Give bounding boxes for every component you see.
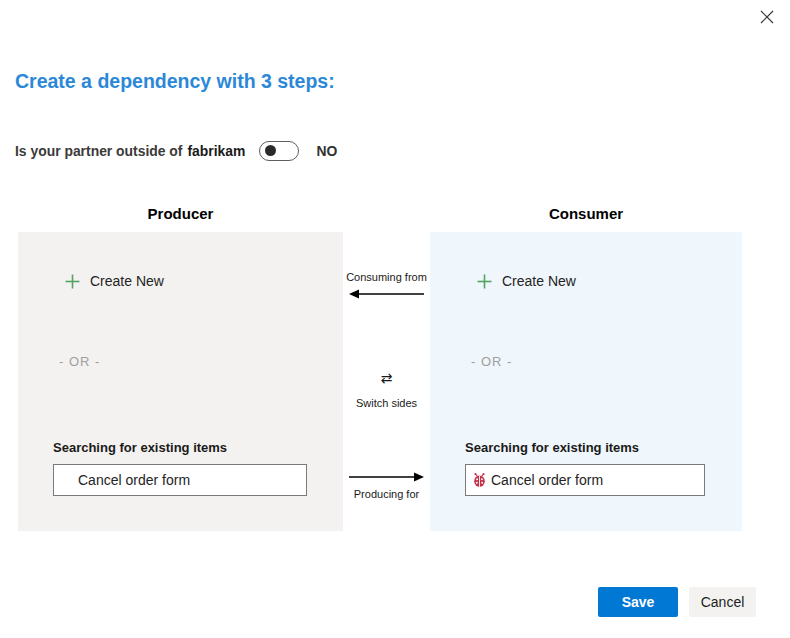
consumer-or-separator: - OR - xyxy=(471,354,512,369)
toggle-state-label: NO xyxy=(316,143,337,159)
producer-search-input[interactable] xyxy=(78,472,306,488)
close-icon[interactable] xyxy=(758,8,776,26)
producer-header: Producer xyxy=(18,205,343,222)
consumer-create-new-button[interactable]: Create New xyxy=(477,273,576,289)
producing-for-label: Producing for xyxy=(343,488,430,500)
save-button[interactable]: Save xyxy=(598,587,678,617)
producer-or-separator: - OR - xyxy=(59,354,100,369)
ladybug-icon xyxy=(473,473,486,487)
consumer-search-label: Searching for existing items xyxy=(465,440,639,455)
producer-search-label: Searching for existing items xyxy=(53,440,227,455)
partner-question-label: Is your partner outside of xyxy=(15,143,182,159)
producer-panel: Create New - OR - Searching for existing… xyxy=(18,232,343,531)
consumer-header: Consumer xyxy=(430,205,742,222)
cancel-button[interactable]: Cancel xyxy=(689,587,756,617)
switch-sides-label: Switch sides xyxy=(343,397,430,409)
consumer-search-input[interactable] xyxy=(491,472,704,488)
dialog-title: Create a dependency with 3 steps: xyxy=(15,70,335,93)
create-dependency-dialog: Create a dependency with 3 steps: Is you… xyxy=(0,0,790,638)
plus-icon xyxy=(477,274,492,289)
consumer-panel: Create New - OR - Searching for existing… xyxy=(430,232,742,531)
producing-for-arrow-icon xyxy=(349,472,424,482)
toggle-knob xyxy=(265,145,276,156)
consumer-search-box xyxy=(465,464,705,496)
switch-sides-icon[interactable]: ⇄ xyxy=(343,370,430,386)
partner-org-name: fabrikam xyxy=(187,143,245,159)
consuming-from-arrow-icon xyxy=(349,289,424,299)
producer-search-box xyxy=(53,464,307,496)
create-new-label: Create New xyxy=(502,273,576,289)
create-new-label: Create New xyxy=(90,273,164,289)
partner-outside-toggle[interactable] xyxy=(259,141,299,161)
middle-column: Consuming from ⇄ Switch sides Producing … xyxy=(343,232,430,531)
plus-icon xyxy=(65,274,80,289)
consuming-from-label: Consuming from xyxy=(343,271,430,283)
producer-create-new-button[interactable]: Create New xyxy=(65,273,164,289)
partner-question-row: Is your partner outside of fabrikam NO xyxy=(15,140,337,161)
